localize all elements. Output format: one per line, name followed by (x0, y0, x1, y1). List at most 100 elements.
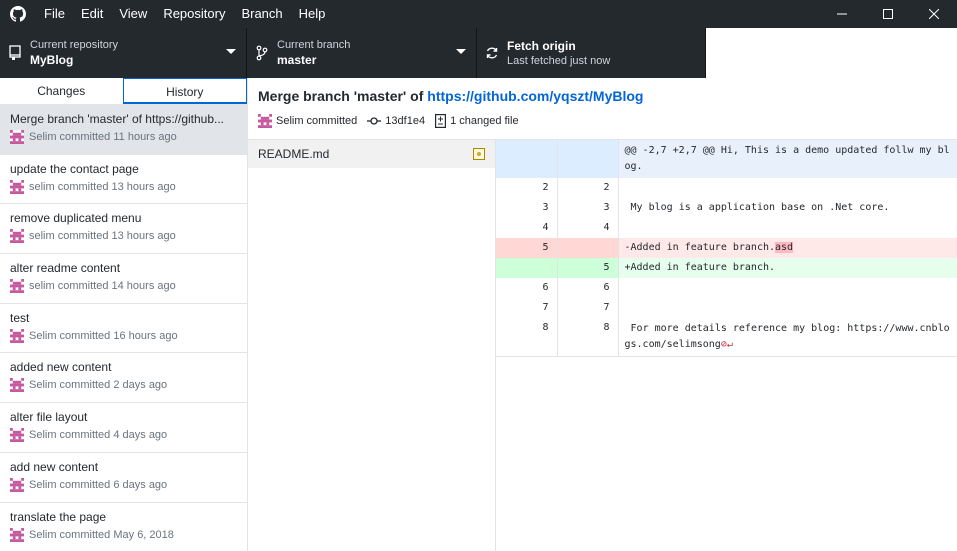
branch-name: master (277, 53, 317, 67)
fetch-status: Last fetched just now (507, 55, 611, 67)
avatar (10, 378, 24, 393)
diff-code: -Added in feature branch.asd (618, 238, 957, 258)
diff-code (618, 278, 957, 298)
diff-line-deleted[interactable]: 5 -Added in feature branch.asd (496, 238, 957, 258)
commit-time: Selim committed 16 hours ago (29, 329, 178, 342)
commit-title: Merge branch 'master' of https://github.… (258, 88, 947, 104)
tab-history[interactable]: History (122, 78, 247, 104)
diff-code: +Added in feature branch. (618, 258, 957, 278)
menu-bar: File Edit View Repository Branch Help (36, 0, 333, 28)
diff-line-context[interactable]: 77 (496, 298, 957, 318)
commit-item[interactable]: Merge branch 'master' of https://github.… (0, 105, 247, 155)
diff-line-context[interactable]: 88 For more details reference my blog: h… (496, 318, 957, 357)
menu-view[interactable]: View (111, 0, 155, 28)
changed-files-list: README.md (248, 140, 496, 551)
commit-item[interactable]: added new content Selim committed 2 days … (0, 353, 247, 404)
commit-item[interactable]: remove duplicated menu selim committed 13… (0, 204, 247, 255)
commit-item[interactable]: test Selim committed 16 hours ago (0, 304, 247, 354)
toolbar-spacer (706, 28, 957, 78)
tab-bar: Changes History (0, 78, 247, 105)
old-line-number: 3 (496, 198, 558, 218)
avatar (10, 477, 24, 492)
avatar (10, 179, 24, 194)
chevron-down-icon (456, 49, 466, 54)
commit-item[interactable]: alter readme content selim committed 14 h… (0, 254, 247, 304)
commit-summary: update the contact page (10, 161, 139, 176)
commit-summary: Merge branch 'master' of https://github.… (10, 112, 225, 126)
diff-code (618, 298, 957, 318)
commit-meta: Selim committed 11 hours ago (10, 130, 237, 144)
diff-line-context[interactable]: 22 (496, 178, 957, 198)
commit-summary: alter readme content (10, 261, 121, 276)
diff-line-text: For more details reference my blog: http… (624, 323, 950, 350)
commit-time: Selim committed 4 days ago (29, 429, 168, 442)
commit-time: selim committed 14 hours ago (29, 280, 176, 293)
commit-title-text: Merge branch 'master' of (258, 88, 428, 104)
diff-line-text: My blog is a application base on .Net co… (624, 202, 890, 213)
title-bar: File Edit View Repository Branch Help (0, 0, 957, 28)
fetch-origin-button[interactable]: Fetch origin Last fetched just now (477, 28, 706, 78)
repo-name: MyBlog (30, 53, 74, 67)
commit-meta: Selim committed 16 hours ago (10, 328, 237, 343)
minimize-icon[interactable] (819, 0, 865, 28)
diff-line-context[interactable]: 44 (496, 218, 957, 238)
avatar (258, 114, 272, 128)
commit-sha: 13df1e4 (385, 115, 426, 127)
diff-line-context[interactable]: 33 My blog is a application base on .Net… (496, 198, 957, 218)
commit-item[interactable]: translate the page Selim committed May 6,… (0, 503, 247, 551)
commit-time: selim committed 13 hours ago (29, 180, 176, 193)
file-item[interactable]: README.md (248, 140, 495, 168)
diff-hunk-header: @@ -2,7 +2,7 @@ Hi, This is a demo updat… (496, 140, 957, 178)
no-newline-icon: ⊘↵ (720, 339, 733, 350)
menu-file[interactable]: File (36, 0, 73, 28)
avatar (10, 428, 24, 443)
chevron-down-icon (226, 49, 236, 54)
commit-summary: test (10, 310, 30, 325)
menu-edit[interactable]: Edit (73, 0, 111, 28)
commit-summary: remove duplicated menu (10, 211, 142, 226)
branch-icon (247, 45, 277, 61)
commit-meta: Selim committed 2 days ago (10, 378, 237, 393)
commit-icon (367, 117, 382, 125)
new-line-number: 7 (557, 298, 619, 318)
tab-changes[interactable]: Changes (0, 78, 123, 104)
diff-line-added[interactable]: 5 +Added in feature branch. (496, 258, 957, 278)
commit-summary: added new content (10, 360, 112, 375)
main-panel: Merge branch 'master' of https://github.… (248, 78, 957, 551)
current-repository-button[interactable]: Current repository MyBlog (0, 28, 247, 78)
commit-item[interactable]: add new content Selim committed 6 days ag… (0, 453, 247, 503)
commit-meta: Selim committed 6 days ago (10, 477, 237, 492)
github-logo-icon (0, 0, 36, 28)
old-line-number: 8 (496, 318, 558, 357)
new-line-number: 3 (557, 198, 619, 218)
commit-header: Merge branch 'master' of https://github.… (248, 78, 957, 140)
diff-line-text: -Added in feature branch. (624, 242, 776, 253)
old-line-number: 5 (496, 238, 558, 258)
maximize-icon[interactable] (865, 0, 911, 28)
avatar (10, 527, 24, 542)
diff-code (618, 218, 957, 238)
fetch-label: Fetch origin (507, 39, 576, 53)
diff-view: @@ -2,7 +2,7 @@ Hi, This is a demo updat… (496, 140, 957, 551)
commit-sha-group[interactable]: 13df1e4 (367, 115, 425, 127)
commit-summary: add new content (10, 459, 99, 474)
menu-help[interactable]: Help (291, 0, 334, 28)
commit-item[interactable]: update the contact page selim committed 1… (0, 155, 247, 205)
diff-code: My blog is a application base on .Net co… (618, 198, 957, 218)
window-controls (819, 0, 957, 28)
current-branch-button[interactable]: Current branch master (247, 28, 477, 78)
menu-repository[interactable]: Repository (155, 0, 233, 28)
commit-title-link[interactable]: https://github.com/yqszt/MyBlog (427, 88, 643, 104)
commit-item[interactable]: alter file layout Selim committed 4 days … (0, 403, 247, 453)
repo-icon (0, 45, 30, 61)
old-line-number: 2 (496, 178, 558, 198)
commit-time: Selim committed 2 days ago (29, 379, 168, 392)
commit-time: Selim committed May 6, 2018 (29, 528, 174, 541)
commit-author: Selim committed (276, 115, 358, 127)
close-icon[interactable] (911, 0, 957, 28)
changed-files-count: 1 changed file (450, 115, 519, 127)
menu-branch[interactable]: Branch (233, 0, 290, 28)
diff-line-context[interactable]: 66 (496, 278, 957, 298)
repo-label: Current repository (30, 39, 119, 51)
file-name: README.md (258, 147, 330, 161)
